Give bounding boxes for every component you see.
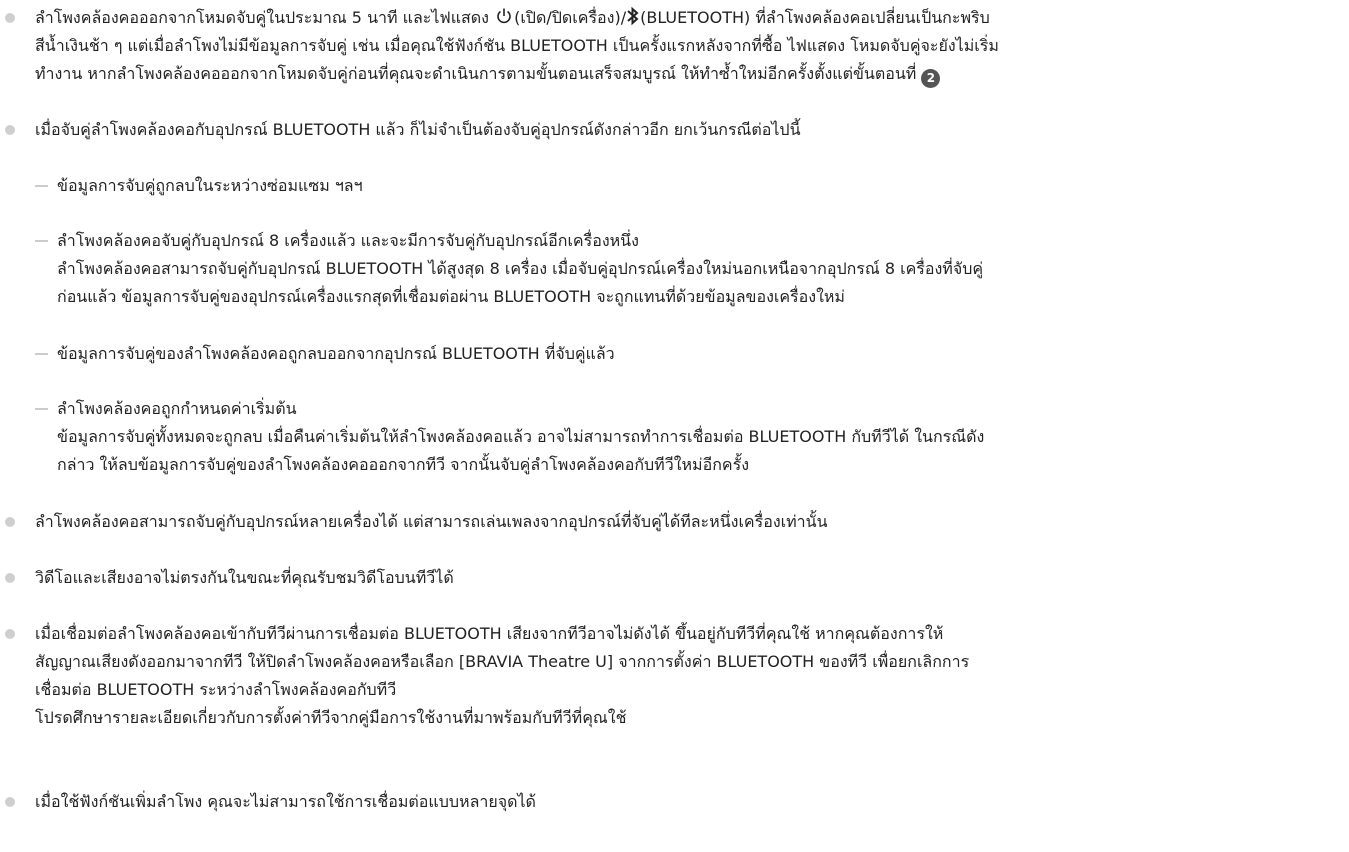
bullet-icon <box>5 797 15 807</box>
bluetooth-label: (BLUETOOTH) ที่ลำโพงคล้องคอเปลี่ยนเป็นกะ… <box>640 8 990 27</box>
list-item-line: ทำงาน หากลำโพงคล้องคอออกจากโหมดจับคู่ก่อ… <box>35 64 922 83</box>
power-icon <box>494 6 514 35</box>
list-item-line: สัญญาณเสียงดังออกมาจากทีวี ให้ปิดลำโพงคล… <box>35 652 970 671</box>
list-item-text: ลำโพงคล้องคอออกจากโหมดจับคู่ในประมาณ 5 น… <box>35 4 1341 88</box>
list-item-text: ลำโพงคล้องคอสามารถจับคู่กับอุปกรณ์หลายเค… <box>35 508 1341 536</box>
sub-item-title: ข้อมูลการจับคู่ถูกลบในระหว่างซ่อมแซม ฯลฯ <box>57 176 363 195</box>
sub-item-title: ข้อมูลการจับคู่ของลำโพงคล้องคอถูกลบออกจา… <box>57 344 615 363</box>
bullet-icon <box>5 13 15 23</box>
dash-icon <box>35 408 48 410</box>
list-item-text: เมื่อใช้ฟังก์ชันเพิ่มลำโพง คุณจะไม่สามาร… <box>35 788 1341 816</box>
list-item-text: เมื่อจับคู่ลำโพงคล้องคอกับอุปกรณ์ BLUETO… <box>35 120 801 139</box>
list-item-line: เมื่อเชื่อมต่อลำโพงคล้องคอเข้ากับทีวีผ่า… <box>35 624 944 643</box>
list-item-line: เชื่อมต่อ BLUETOOTH ระหว่างลำโพงคล้องคอก… <box>35 680 397 699</box>
dash-icon <box>35 353 48 355</box>
list-item-line: ลำโพงคล้องคอออกจากโหมดจับคู่ในประมาณ 5 น… <box>35 8 495 27</box>
power-label: (เปิด/ปิดเครื่อง)/ <box>514 8 627 27</box>
list-item-line: เมื่อใช้ฟังก์ชันเพิ่มลำโพง คุณจะไม่สามาร… <box>35 792 536 811</box>
dash-icon <box>35 185 48 187</box>
list-item-line: โปรดศึกษารายละเอียดเกี่ยวกับการตั้งค่าที… <box>35 708 627 727</box>
bluetooth-icon <box>626 6 640 35</box>
bullet-icon <box>5 517 15 527</box>
detail-line: ลำโพงคล้องคอสามารถจับคู่กับอุปกรณ์ BLUET… <box>57 259 984 278</box>
list-item-line: สีน้ำเงินช้า ๆ แต่เมื่อลำโพงไม่มีข้อมูลก… <box>35 36 999 55</box>
list-item-text: วิดีโอและเสียงอาจไม่ตรงกันในขณะที่คุณรับ… <box>35 564 1341 592</box>
sub-item-detail: ลำโพงคล้องคอสามารถจับคู่กับอุปกรณ์ BLUET… <box>57 255 1341 311</box>
bullet-icon <box>5 125 15 135</box>
list-item-line: ลำโพงคล้องคอสามารถจับคู่กับอุปกรณ์หลายเค… <box>35 512 828 531</box>
bullet-icon <box>5 573 15 583</box>
detail-line: ก่อนแล้ว ข้อมูลการจับคู่ของอุปกรณ์เครื่อ… <box>57 287 845 306</box>
step-2-badge-icon[interactable]: 2 <box>921 68 941 88</box>
dash-icon <box>35 240 48 242</box>
detail-line: ข้อมูลการจับคู่ทั้งหมดจะถูกลบ เมื่อคืนค่… <box>57 427 985 446</box>
list-item-text: เมื่อเชื่อมต่อลำโพงคล้องคอเข้ากับทีวีผ่า… <box>35 620 1341 732</box>
bullet-icon <box>5 629 15 639</box>
sub-item-title: ลำโพงคล้องคอถูกกำหนดค่าเริ่มต้น <box>57 399 297 418</box>
sub-item-detail: ข้อมูลการจับคู่ทั้งหมดจะถูกลบ เมื่อคืนค่… <box>57 423 1341 479</box>
list-item-line: วิดีโอและเสียงอาจไม่ตรงกันในขณะที่คุณรับ… <box>35 568 454 587</box>
sub-item-title: ลำโพงคล้องคอจับคู่กับอุปกรณ์ 8 เครื่องแล… <box>57 231 639 250</box>
detail-line: กล่าว ให้ลบข้อมูลการจับคู่ของลำโพงคล้องค… <box>57 455 750 474</box>
